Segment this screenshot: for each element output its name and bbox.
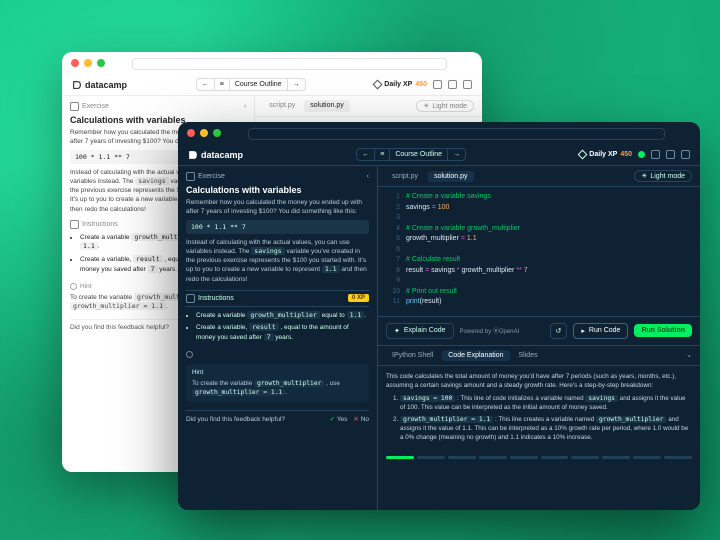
course-outline-nav[interactable]: ← ≡ Course Outline →	[356, 148, 466, 161]
address-bar-dark[interactable]	[248, 128, 665, 140]
daily-xp: Daily XP 450	[579, 151, 632, 158]
progress-segment	[541, 456, 569, 459]
feedback-no[interactable]: ✕ No	[353, 415, 369, 423]
tab-script[interactable]: script.py	[263, 100, 301, 112]
progress-bar	[378, 451, 700, 466]
tab-solution[interactable]: solution.py	[428, 171, 473, 182]
editor-tabs: script.py solution.py ☀Light mode	[378, 166, 700, 187]
xp-badge: 0 XP	[348, 294, 369, 302]
bulb-icon	[70, 283, 77, 290]
zoom-dot[interactable]	[213, 129, 221, 137]
instructions-bar: Instructions 0 XP	[186, 290, 369, 307]
run-code-button[interactable]: ▸Run Code	[573, 323, 628, 339]
theme-toggle[interactable]: ☀Light mode	[416, 100, 474, 112]
hint-box: Hint To create the variable growth_multi…	[186, 364, 369, 402]
bulb-icon	[186, 351, 193, 358]
list-icon[interactable]: ≡	[375, 149, 390, 160]
menu-icon[interactable]	[463, 80, 472, 89]
action-bar: ✦Explain Code Powered by ⦿OpenAI ↺ ▸Run …	[378, 316, 700, 346]
next-icon[interactable]: →	[448, 149, 465, 160]
layout-icon[interactable]	[651, 150, 660, 159]
progress-segment	[664, 456, 692, 459]
list-bullet-icon	[70, 220, 79, 229]
collapse-icon[interactable]: ‹	[367, 173, 369, 180]
tab-solution[interactable]: solution.py	[304, 100, 349, 112]
instructions-list: Create a variable growth_multiplier equa…	[186, 311, 369, 343]
doc-icon	[186, 172, 195, 181]
progress-segment	[386, 456, 414, 459]
minimize-dot[interactable]	[84, 59, 92, 67]
theme-toggle[interactable]: ☀Light mode	[634, 170, 692, 182]
doc-icon	[70, 102, 79, 111]
brand-logo[interactable]: datacamp	[72, 80, 127, 90]
video-icon[interactable]	[666, 150, 675, 159]
course-outline-nav[interactable]: ← ≡ Course Outline →	[196, 78, 306, 91]
tab-code-explanation[interactable]: Code Explanation	[442, 350, 509, 361]
prev-icon[interactable]: ←	[197, 79, 215, 90]
tab-slides[interactable]: Slides	[513, 350, 544, 361]
output-tabs: IPython Shell Code Explanation Slides ⌄	[378, 346, 700, 366]
dark-window: datacamp ← ≡ Course Outline → Daily XP 4…	[178, 122, 700, 510]
zoom-dot[interactable]	[97, 59, 105, 67]
close-dot[interactable]	[71, 59, 79, 67]
collapse-icon[interactable]: ‹	[244, 103, 246, 110]
course-outline-label[interactable]: Course Outline	[230, 79, 288, 90]
list-bullet-icon	[186, 294, 195, 303]
progress-segment	[417, 456, 445, 459]
progress-segment	[448, 456, 476, 459]
list-icon[interactable]: ≡	[215, 79, 230, 90]
explanation-item: growth_multiplier = 1.1 : This line crea…	[400, 415, 692, 442]
intro-code: 100 * 1.1 ** 7	[186, 220, 369, 234]
progress-segment	[510, 456, 538, 459]
explain-code-button[interactable]: ✦Explain Code	[386, 323, 454, 339]
dark-exercise-panel: Exercise‹ Calculations with variables Re…	[178, 166, 378, 510]
dark-topbar: datacamp ← ≡ Course Outline → Daily XP 4…	[178, 144, 700, 166]
layout-icon[interactable]	[433, 80, 442, 89]
code-editor[interactable]: 1# Create a variable savings 2savings = …	[378, 187, 700, 316]
status-dot-icon	[638, 151, 645, 158]
sparkle-icon: ✦	[394, 327, 400, 335]
menu-icon[interactable]	[681, 150, 690, 159]
minimize-dot[interactable]	[200, 129, 208, 137]
feedback-row: Did you find this feedback helpful? ✓ Ye…	[186, 410, 369, 423]
explanation-item: savings = 100 : This line of code initia…	[400, 394, 692, 412]
explanation-panel: This code calculates the total amount of…	[378, 366, 700, 452]
brand-text: datacamp	[85, 80, 127, 90]
progress-segment	[633, 456, 661, 459]
exercise-title: Calculations with variables	[186, 185, 369, 195]
close-dot[interactable]	[187, 129, 195, 137]
run-solution-button[interactable]: Run Solution	[634, 324, 692, 337]
play-icon: ▸	[581, 327, 585, 335]
course-outline-label[interactable]: Course Outline	[390, 149, 448, 160]
progress-segment	[479, 456, 507, 459]
sun-icon: ☀	[641, 172, 647, 180]
daily-xp: Daily XP 450	[374, 81, 427, 88]
diamond-icon	[373, 80, 383, 90]
light-topbar: datacamp ← ≡ Course Outline → Daily XP 4…	[62, 74, 482, 96]
dark-main-panel: script.py solution.py ☀Light mode 1# Cre…	[378, 166, 700, 510]
prev-icon[interactable]: ←	[357, 149, 375, 160]
brand-logo[interactable]: datacamp	[188, 150, 243, 160]
video-icon[interactable]	[448, 80, 457, 89]
progress-segment	[602, 456, 630, 459]
progress-segment	[571, 456, 599, 459]
tab-ipython-shell[interactable]: IPython Shell	[386, 350, 439, 361]
feedback-yes[interactable]: ✓ Yes	[330, 415, 348, 423]
expand-icon[interactable]: ⌄	[686, 351, 692, 359]
reset-button[interactable]: ↺	[550, 323, 568, 339]
brand-text: datacamp	[201, 150, 243, 160]
reset-icon: ↺	[556, 327, 562, 335]
tab-script[interactable]: script.py	[386, 171, 424, 182]
diamond-icon	[578, 150, 588, 160]
next-icon[interactable]: →	[288, 79, 305, 90]
powered-by: Powered by ⦿OpenAI	[460, 326, 520, 335]
sun-icon: ☀	[423, 102, 429, 110]
address-bar[interactable]	[132, 58, 447, 70]
